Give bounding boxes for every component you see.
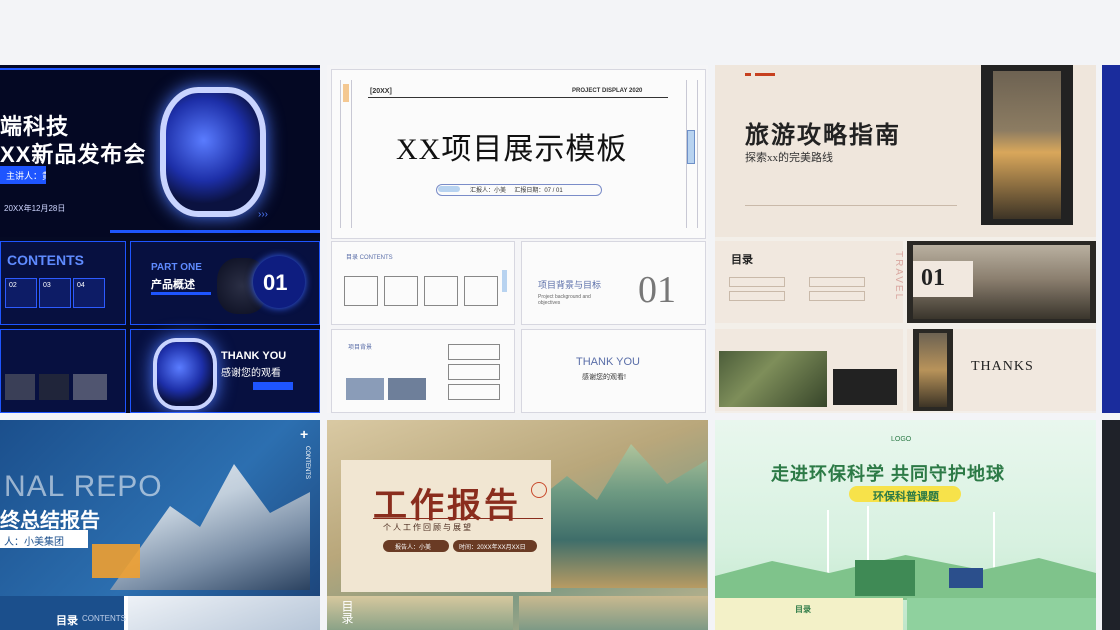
travel-map-slide bbox=[715, 329, 903, 411]
template-card-annual-report[interactable]: NAL REPO 终总结报告 人：小美集团 + CONTENTS 目录 CONT… bbox=[0, 420, 320, 630]
project-background-slide: 项目背景 bbox=[331, 329, 515, 413]
project-cover-slide: [20XX] PROJECT DISPLAY 2020 XX项目展示模板 汇报人… bbox=[331, 69, 706, 239]
report-menu-en: CONTENTS bbox=[82, 614, 126, 623]
template-card-travel-guide[interactable]: 旅游攻略指南 探索xx的完美路线 目录 01 TRAVEL THANKS bbox=[715, 65, 1096, 413]
top-bar bbox=[0, 0, 1120, 64]
project-title: XX项目展示模板 bbox=[396, 133, 628, 166]
travel-section-num: 01 bbox=[921, 265, 945, 291]
eco-badge-text: 环保科普课题 bbox=[873, 491, 939, 503]
project-section-slide: 项目背景与目标 Project background and objective… bbox=[521, 241, 706, 325]
eco-logo: LOGO bbox=[891, 436, 912, 443]
tech-thanks-en: THANK YOU bbox=[221, 350, 287, 362]
work-subtitle: 个 人 工 作 回 顾 与 展 望 bbox=[383, 523, 471, 532]
house-icon bbox=[855, 560, 915, 596]
project-section-title: 项目背景与目标 bbox=[538, 280, 602, 290]
tech-title-2: XX新品发布会 bbox=[0, 142, 147, 167]
eco-title: 走进环保科学 共同守护地球 bbox=[771, 464, 1005, 484]
report-title: 终总结报告 bbox=[0, 510, 100, 532]
travel-title: 旅游攻略指南 bbox=[745, 123, 901, 149]
work-presenter: 报告人：小美 bbox=[395, 545, 432, 551]
tech-gallery-slide bbox=[0, 329, 126, 413]
seal-icon bbox=[531, 482, 547, 498]
porthole-small-image bbox=[153, 338, 217, 410]
plus-icon: + bbox=[300, 426, 309, 442]
work-title: 工作报告 bbox=[373, 488, 521, 525]
travel-contents-slide: 目录 bbox=[715, 241, 903, 323]
tech-contents-num-1: 02 bbox=[9, 282, 17, 289]
travel-vertical-text: TRAVEL bbox=[893, 251, 904, 302]
travel-subtitle: 探索xx的完美路线 bbox=[745, 152, 833, 164]
tech-contents-num-3: 04 bbox=[77, 282, 85, 289]
template-card-project-display[interactable]: [20XX] PROJECT DISPLAY 2020 XX项目展示模板 汇报人… bbox=[327, 65, 708, 413]
eco-menu: 目录 bbox=[795, 605, 811, 614]
project-contents-label: 目录 CONTENTS bbox=[346, 255, 393, 261]
porthole-window-image bbox=[160, 87, 266, 217]
tech-cover-slide: 端科技 XX新品发布会 主讲人：黄小黄 20XX年12月28日 ››› bbox=[0, 65, 320, 237]
tech-contents-slide: CONTENTS 02 03 04 bbox=[0, 241, 126, 325]
project-subtitle-en: PROJECT DISPLAY 2020 bbox=[572, 88, 643, 94]
report-side-text: CONTENTS bbox=[304, 446, 310, 479]
project-contents-slide: 目录 CONTENTS bbox=[331, 241, 515, 325]
template-card-partial-right-1[interactable] bbox=[1102, 65, 1120, 413]
project-thanks-en: THANK YOU bbox=[576, 356, 640, 368]
solar-panel-icon bbox=[949, 568, 983, 588]
report-presenter: 人：小美集团 bbox=[4, 537, 64, 548]
tech-thanks-cn: 感谢您的观看 bbox=[221, 368, 281, 379]
project-section-num: 01 bbox=[638, 269, 676, 311]
travel-section-slide: 01 bbox=[907, 241, 1096, 323]
report-menu: 目录 bbox=[56, 615, 78, 627]
tech-part-one-slide: PART ONE 产品概述 01 bbox=[130, 241, 320, 325]
travel-cover-slide: 旅游攻略指南 探索xx的完美路线 bbox=[715, 65, 1096, 237]
work-date: 时间：20XX年XX月XX日 bbox=[459, 545, 526, 551]
travel-thanks: THANKS bbox=[971, 359, 1034, 374]
arrow-chevrons-icon: ››› bbox=[258, 209, 268, 220]
tech-thanks-slide: THANK YOU 感谢您的观看 bbox=[130, 329, 320, 413]
tech-contents-title: CONTENTS bbox=[7, 252, 84, 268]
template-card-partial-right-2[interactable] bbox=[1102, 420, 1120, 630]
project-thanks-slide: THANK YOU 感谢您的观看! bbox=[521, 329, 706, 413]
project-section-sub: Project background and objectives bbox=[538, 294, 591, 306]
project-thanks-cn: 感谢您的观看! bbox=[582, 374, 626, 381]
tech-part-one-label: PART ONE bbox=[151, 262, 202, 273]
report-orange-block bbox=[92, 544, 140, 578]
travel-thanks-slide: THANKS bbox=[907, 329, 1096, 411]
template-card-tech-launch[interactable]: 端科技 XX新品发布会 主讲人：黄小黄 20XX年12月28日 ››› CONT… bbox=[0, 65, 320, 413]
template-card-work-report[interactable]: 工作报告 个 人 工 作 回 顾 与 展 望 报告人：小美 时间：20XX年XX… bbox=[327, 420, 708, 630]
tech-speaker: 主讲人：黄小黄 bbox=[6, 171, 46, 181]
template-card-eco-science[interactable]: LOGO 走进环保科学 共同守护地球 环保科普课题 目录 bbox=[715, 420, 1096, 630]
film-strip-image bbox=[981, 65, 1073, 225]
project-background-label: 项目背景 bbox=[348, 345, 373, 351]
work-menu: 目录 bbox=[340, 600, 354, 624]
tech-overview-label: 产品概述 bbox=[151, 279, 195, 291]
project-info: 汇报人：小美 汇报日期：07 / 01 bbox=[470, 188, 563, 194]
tech-section-num: 01 bbox=[263, 270, 288, 295]
tech-contents-num-2: 03 bbox=[43, 282, 51, 289]
report-big-en: NAL REPO bbox=[4, 470, 163, 503]
tech-date: 20XX年12月28日 bbox=[4, 204, 66, 213]
project-year-tag: [20XX] bbox=[370, 88, 392, 95]
travel-menu-title: 目录 bbox=[731, 254, 753, 266]
